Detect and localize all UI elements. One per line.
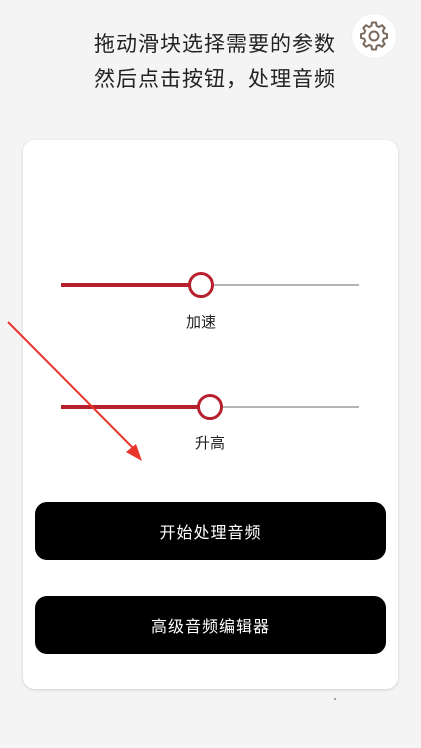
advanced-editor-button[interactable]: 高级音频编辑器	[35, 596, 386, 654]
pitch-slider[interactable]	[61, 393, 359, 421]
instruction-text-line1: 拖动滑块选择需要的参数	[94, 32, 336, 56]
gear-icon	[360, 21, 388, 51]
slider-fill	[61, 405, 210, 409]
decorative-dot	[334, 698, 336, 700]
pitch-slider-label: 升高	[194, 434, 225, 452]
slider-thumb[interactable]	[197, 394, 223, 420]
controls-card: 加速 升高 开始处理音频 高级音频编辑器	[23, 140, 398, 689]
process-audio-button[interactable]: 开始处理音频	[35, 502, 386, 560]
speed-slider[interactable]	[61, 271, 359, 299]
speed-slider-label: 加速	[186, 313, 217, 331]
slider-thumb[interactable]	[188, 272, 215, 298]
slider-fill	[61, 283, 202, 287]
instruction-text-line2: 然后点击按钮，处理音频	[94, 67, 336, 91]
